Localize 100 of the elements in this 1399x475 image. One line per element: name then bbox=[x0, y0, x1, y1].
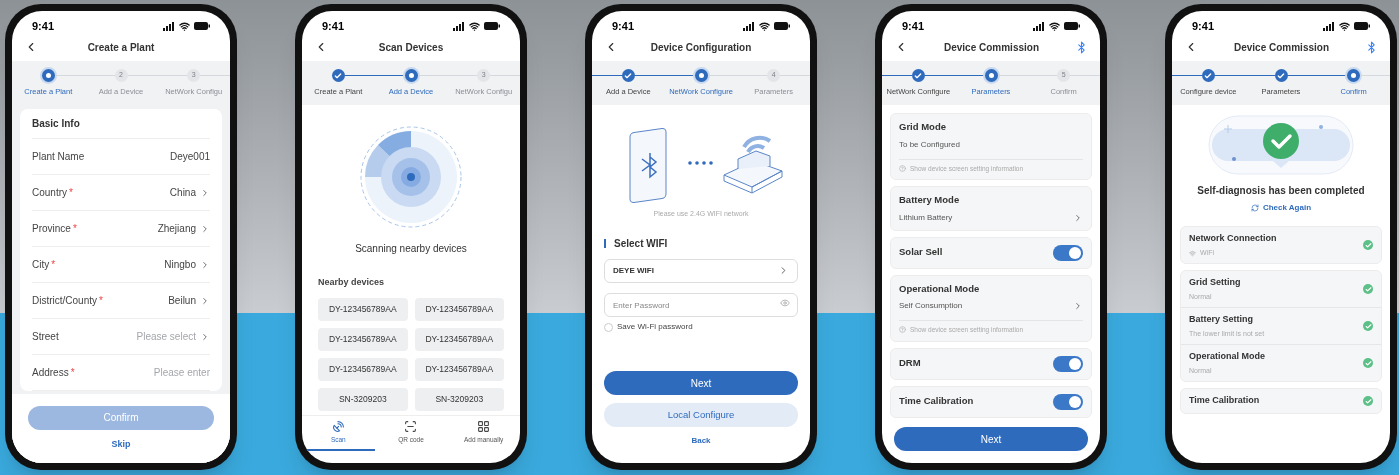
chevron-icon bbox=[1073, 300, 1083, 311]
battery-icon bbox=[1064, 22, 1080, 30]
scanning-status: Scanning nearby devices bbox=[354, 242, 468, 257]
section-title: Nearby devices bbox=[317, 276, 386, 290]
wifi-icon bbox=[1049, 20, 1060, 32]
wifi-icon bbox=[179, 20, 190, 32]
skip-link[interactable]: Skip bbox=[111, 437, 131, 451]
status-time: 9:41 bbox=[1192, 18, 1215, 34]
device-chip[interactable]: DY-123456789AA bbox=[414, 357, 504, 381]
required-mark: * bbox=[72, 222, 77, 237]
field-placeholder: Please enter bbox=[153, 366, 210, 381]
signal-icon bbox=[163, 21, 175, 31]
device-chip[interactable]: DY-123456789AA bbox=[318, 357, 408, 381]
signal-icon bbox=[453, 21, 465, 31]
password-field[interactable]: Enter Password bbox=[604, 293, 798, 318]
back-link[interactable]: Back bbox=[691, 435, 711, 447]
screen-title: Device Configuration bbox=[649, 40, 753, 55]
battery-icon bbox=[1354, 22, 1370, 30]
device-chip[interactable]: SN-3209203 bbox=[414, 387, 504, 411]
setting-title: Grid Mode bbox=[899, 120, 947, 135]
signal-icon bbox=[743, 21, 755, 31]
help-icon bbox=[899, 164, 906, 172]
status-time: 9:41 bbox=[322, 18, 345, 34]
device-chip[interactable]: DY-123456789AA bbox=[318, 327, 408, 351]
required-mark: * bbox=[51, 258, 56, 273]
screen-title: Device Commission bbox=[942, 40, 1040, 55]
wifi-icon bbox=[1339, 20, 1350, 32]
chevron-icon bbox=[200, 187, 210, 198]
form-row[interactable]: Plant Name Deye001 bbox=[32, 139, 210, 176]
device-chip[interactable]: DY-123456789AA bbox=[414, 297, 504, 321]
required-mark: * bbox=[69, 186, 73, 201]
wifi-icon bbox=[469, 20, 480, 32]
check-title: Time Calibration bbox=[1189, 394, 1260, 408]
field-value: China bbox=[169, 186, 196, 201]
setting-value: Lithium Battery bbox=[899, 211, 953, 224]
status-time: 9:41 bbox=[612, 18, 635, 34]
field-value: Deye001 bbox=[169, 150, 210, 165]
field-label: Country bbox=[32, 186, 67, 201]
remember-label: Save Wi-Fi password bbox=[617, 321, 693, 334]
scan-frame-icon bbox=[404, 420, 418, 434]
screen-title: Scan Devices bbox=[377, 40, 445, 55]
screen-title: Create a Plant bbox=[86, 40, 156, 55]
chevron-icon bbox=[200, 223, 210, 234]
setting-title: DRM bbox=[899, 356, 921, 371]
radio-button[interactable] bbox=[604, 322, 613, 332]
screen-title: Device Commission bbox=[1232, 40, 1330, 55]
required-mark: * bbox=[70, 366, 75, 381]
chevron-icon bbox=[200, 259, 210, 270]
check-again-link[interactable]: Check Again bbox=[1250, 202, 1312, 215]
setting-value: Self Consumption bbox=[899, 299, 963, 312]
setting-card[interactable]: Battery Mode Lithium Battery bbox=[890, 186, 1092, 231]
status-time: 9:41 bbox=[902, 18, 925, 34]
wifi-select[interactable]: DEYE WIFI bbox=[604, 258, 798, 283]
setting-title: Time Calibration bbox=[899, 394, 974, 409]
form-row[interactable]: Address * Please enter bbox=[32, 355, 210, 392]
check-title: Operational Mode bbox=[1189, 350, 1265, 364]
field-label: District/County bbox=[32, 294, 97, 309]
toggle-switch[interactable] bbox=[1053, 244, 1083, 261]
device-chip[interactable]: DY-123456789AA bbox=[318, 297, 408, 321]
check-title: Grid Setting bbox=[1189, 276, 1241, 290]
field-placeholder: Please select bbox=[136, 330, 196, 345]
setting-title: Solar Sell bbox=[899, 245, 943, 260]
setting-title: Operational Mode bbox=[899, 281, 981, 296]
toggle-switch[interactable] bbox=[1053, 393, 1083, 410]
device-chip[interactable]: DY-123456789AA bbox=[414, 327, 504, 351]
form-row[interactable]: City * Ningbo bbox=[32, 247, 210, 284]
section-title: Basic Info bbox=[32, 117, 80, 132]
required-mark: * bbox=[99, 294, 103, 309]
chevron-icon bbox=[1073, 212, 1083, 223]
primary-button[interactable]: Next bbox=[604, 371, 798, 395]
field-label: City bbox=[32, 258, 50, 273]
wifi-icon bbox=[759, 20, 770, 32]
device-chip[interactable]: SN-3209203 bbox=[318, 387, 408, 411]
field-label: Plant Name bbox=[32, 150, 85, 165]
battery-icon bbox=[484, 22, 500, 30]
toggle-switch[interactable] bbox=[1053, 355, 1083, 372]
bluetooth-icon[interactable] bbox=[1075, 40, 1088, 54]
help-icon bbox=[899, 326, 906, 334]
check-title: Network Connection bbox=[1189, 232, 1277, 246]
bluetooth-icon[interactable] bbox=[1365, 40, 1378, 54]
chevron-icon bbox=[200, 295, 210, 306]
field-value: Zhejiang bbox=[157, 222, 196, 237]
satellite-dish-icon bbox=[331, 420, 345, 434]
signal-icon bbox=[1033, 21, 1045, 31]
secondary-button[interactable]: Local Configure bbox=[604, 403, 798, 427]
form-row[interactable]: Street Please select bbox=[32, 319, 210, 356]
status-time: 9:41 bbox=[32, 18, 55, 34]
battery-icon bbox=[194, 22, 210, 30]
setting-value: To be Configured bbox=[899, 138, 960, 151]
diagnosis-headline: Self-diagnosis has been completed bbox=[1196, 184, 1366, 199]
grid-icon bbox=[477, 420, 491, 434]
form-row[interactable]: Country * China bbox=[32, 175, 210, 212]
form-row[interactable]: Province * Zhejiang bbox=[32, 211, 210, 248]
form-row[interactable]: District/County * Beilun bbox=[32, 283, 210, 320]
primary-button[interactable]: Next bbox=[894, 427, 1088, 451]
battery-icon bbox=[774, 22, 790, 30]
field-label: Province bbox=[32, 222, 71, 237]
setting-title: Battery Mode bbox=[899, 193, 961, 208]
field-label: Street bbox=[32, 330, 59, 345]
wifi-icon bbox=[1189, 249, 1196, 257]
